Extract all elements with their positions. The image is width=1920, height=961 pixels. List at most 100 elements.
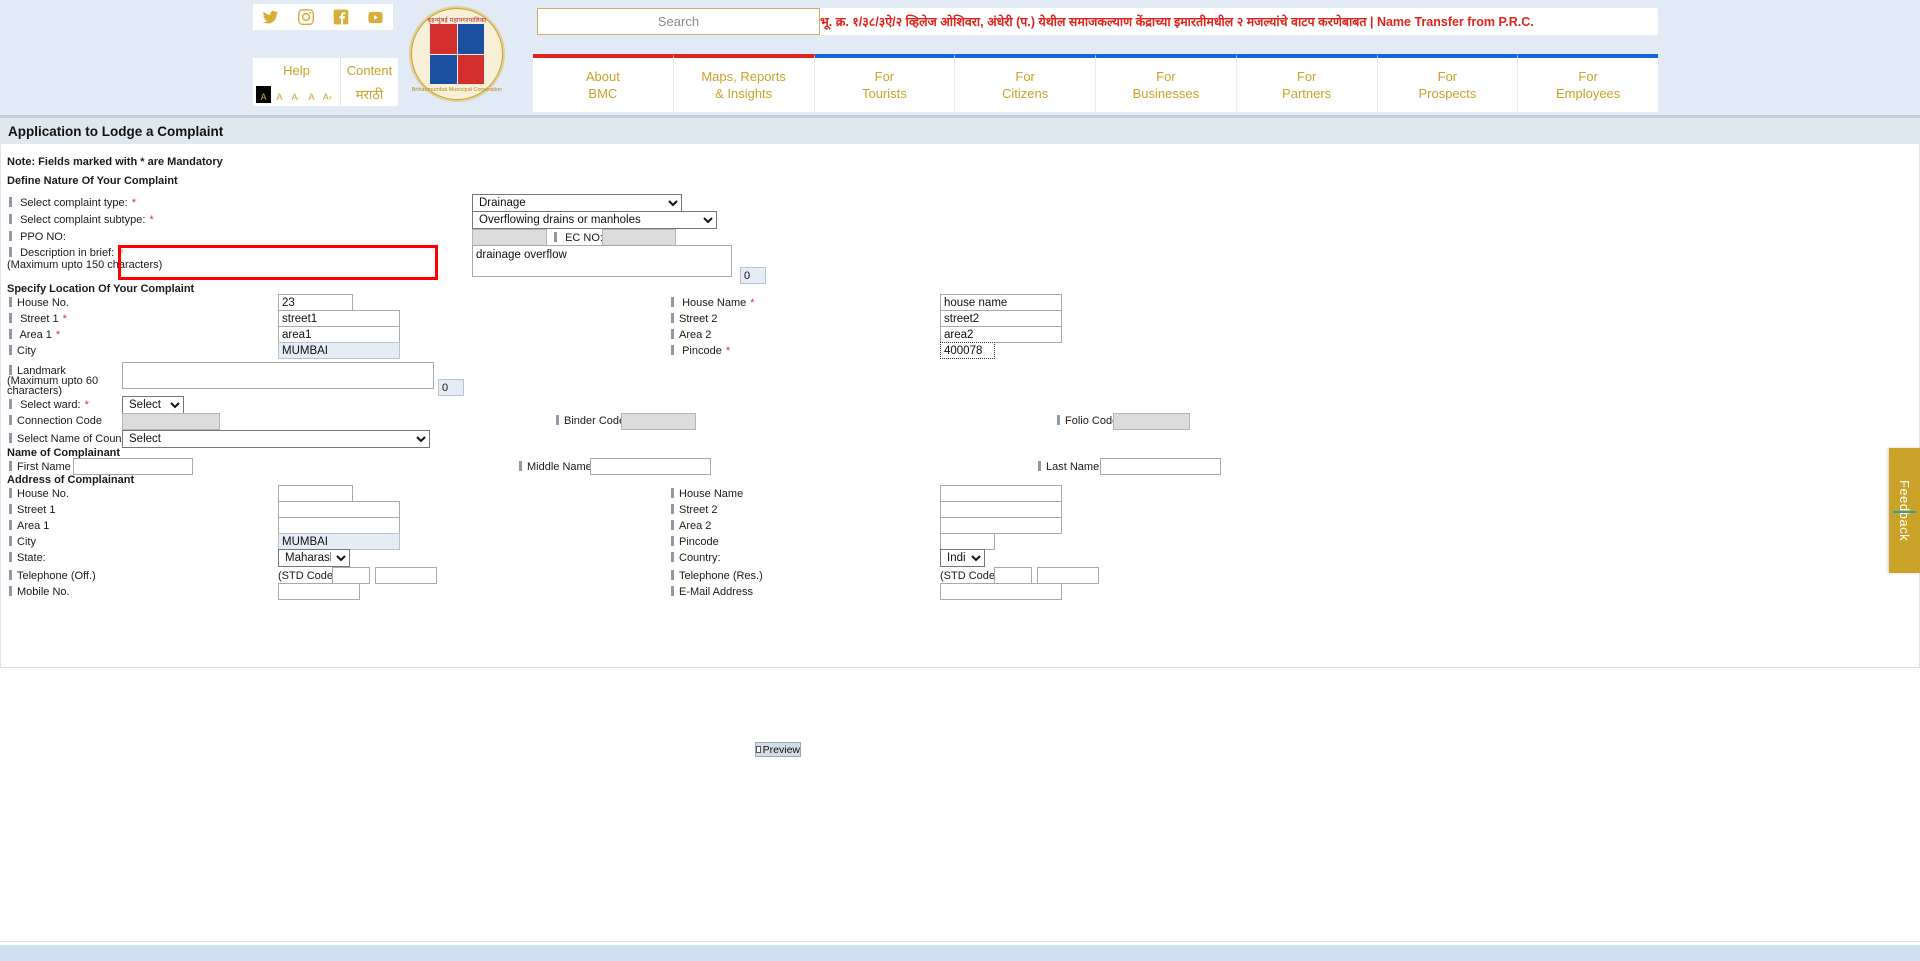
loc-pincode-input[interactable] — [940, 342, 995, 359]
nav-item-for-partners[interactable]: For Partners — [1236, 54, 1378, 112]
preview-button-label: Preview — [762, 743, 800, 756]
label-tel-res-std: (STD Code) — [940, 570, 999, 582]
label-loc-area1: Area 1 * — [9, 329, 60, 341]
news-ticker[interactable]: भू. क्र. १/३८/३ऐ/२ व्हिलेज ओशिवरा, अंधेर… — [820, 8, 1658, 35]
first-name-input[interactable] — [73, 458, 193, 475]
middle-name-input[interactable] — [590, 458, 711, 475]
loc-house-no-input[interactable] — [278, 294, 353, 311]
nav-label-line1: About — [585, 69, 620, 84]
addr-area2-input[interactable] — [940, 517, 1062, 534]
label-addr-pincode: Pincode — [671, 536, 719, 548]
nav-label-line2: BMC — [588, 86, 618, 101]
ward-select[interactable]: Select — [122, 396, 184, 414]
last-name-input[interactable] — [1100, 458, 1221, 475]
site-header: Help Content A A A- A A + मराठी बृहन्मुंब… — [0, 0, 1920, 118]
loc-area2-input[interactable] — [940, 326, 1062, 343]
font-size-increase[interactable]: A + — [320, 86, 335, 103]
complaint-type-select[interactable]: Drainage — [472, 194, 682, 212]
addr-pincode-input[interactable] — [940, 533, 995, 550]
council-select[interactable]: Select — [122, 430, 430, 448]
addr-area1-input[interactable] — [278, 517, 400, 534]
font-size-option-2[interactable]: A — [272, 86, 287, 103]
addr-house-name-input[interactable] — [940, 485, 1062, 502]
label-ppo-no: PPO NO: — [9, 231, 66, 243]
nav-item-for-prospects[interactable]: For Prospects — [1377, 54, 1519, 112]
feedback-tab[interactable]: Feedback — [1889, 448, 1920, 573]
facebook-icon[interactable] — [331, 7, 351, 27]
nav-item-for-citizens[interactable]: For Citizens — [955, 54, 1096, 112]
help-link[interactable]: Help — [253, 58, 341, 82]
addr-street1-input[interactable] — [278, 501, 400, 518]
country-select[interactable]: India — [940, 549, 985, 567]
section-specify-location: Specify Location Of Your Complaint — [7, 283, 195, 295]
ec-no-input[interactable] — [602, 229, 676, 246]
instagram-icon[interactable] — [296, 7, 316, 27]
nav-item-about-bmc[interactable]: About BMC — [533, 54, 674, 112]
label-addr-house-name: House Name — [671, 488, 743, 500]
logo-top-text: बृहन्मुंबई महानगरपालिका — [427, 18, 487, 24]
landmark-char-counter: 0 — [438, 379, 464, 396]
description-textarea[interactable]: drainage overflow — [472, 245, 732, 277]
label-landmark-hint2: characters) — [7, 385, 63, 397]
label-addr-street2: Street 2 — [671, 504, 718, 516]
nav-label-line2: Partners — [1282, 86, 1332, 101]
tel-off-std-input[interactable] — [332, 567, 370, 584]
nav-label-line1: For — [874, 69, 895, 84]
label-middle-name: Middle Name — [519, 461, 592, 473]
nav-label-line1: For — [1437, 69, 1458, 84]
loc-city-input — [278, 342, 400, 359]
label-loc-city: City — [9, 345, 36, 357]
search-input[interactable]: Search — [537, 8, 820, 35]
email-input[interactable] — [940, 583, 1062, 600]
addr-house-no-input[interactable] — [278, 485, 353, 502]
label-select-ward: Select ward: * — [9, 399, 89, 411]
nav-label-line1: For — [1578, 69, 1598, 84]
label-addr-area2: Area 2 — [671, 520, 711, 532]
nav-label-line1: For — [1296, 69, 1317, 84]
label-complaint-subtype: Select complaint subtype: * — [9, 214, 154, 226]
content-link[interactable]: Content — [341, 58, 398, 82]
label-mobile-no: Mobile No. — [9, 586, 70, 598]
label-addr-state: State: — [9, 552, 46, 564]
label-loc-house-no: House No. — [9, 297, 69, 309]
tel-res-number-input[interactable] — [1037, 567, 1099, 584]
label-first-name: First Name — [9, 461, 71, 473]
loc-street1-input[interactable] — [278, 310, 400, 327]
preview-button[interactable]: Preview — [755, 742, 801, 757]
description-char-counter: 0 — [740, 267, 766, 284]
font-size-decrease[interactable]: A- — [288, 86, 303, 103]
twitter-icon[interactable] — [261, 7, 281, 27]
label-description-hint: (Maximum upto 150 characters) — [7, 259, 163, 271]
nav-item-for-employees[interactable]: For Employees — [1518, 54, 1658, 112]
bmc-logo[interactable]: बृहन्मुंबई महानगरपालिका Brihanmumbai Mun… — [409, 6, 505, 102]
state-select[interactable]: Maharashtra — [278, 549, 350, 567]
label-loc-street2: Street 2 — [671, 313, 718, 325]
label-connection-code: Connection Code — [9, 415, 102, 427]
mobile-no-input[interactable] — [278, 583, 360, 600]
help-content-bar: Help Content A A A- A A + मराठी — [253, 58, 398, 106]
connection-code-input — [122, 413, 220, 430]
ppo-no-input[interactable] — [472, 229, 547, 246]
language-marathi-link[interactable]: मराठी — [341, 82, 398, 106]
label-telephone-off: Telephone (Off.) — [9, 570, 96, 582]
landmark-textarea[interactable] — [122, 362, 434, 389]
nav-label-line2: Employees — [1555, 86, 1621, 101]
font-size-option-4[interactable]: A — [304, 86, 319, 103]
addr-street2-input[interactable] — [940, 501, 1062, 518]
label-folio-code: Folio Code — [1057, 415, 1118, 427]
loc-area1-input[interactable] — [278, 326, 400, 343]
font-size-option-1[interactable]: A — [256, 85, 271, 103]
loc-street2-input[interactable] — [940, 310, 1062, 327]
nav-label-line2: Businesses — [1132, 86, 1200, 101]
nav-item-maps-reports-insights[interactable]: Maps, Reports & Insights — [673, 54, 815, 112]
loc-house-name-input[interactable] — [940, 294, 1062, 311]
section-define-nature: Define Nature Of Your Complaint — [7, 175, 178, 187]
label-addr-city: City — [9, 536, 36, 548]
nav-label-line2: & Insights — [715, 86, 773, 101]
youtube-icon[interactable] — [366, 7, 386, 27]
tel-off-number-input[interactable] — [375, 567, 437, 584]
nav-item-for-tourists[interactable]: For Tourists — [814, 54, 956, 112]
nav-item-for-businesses[interactable]: For Businesses — [1096, 54, 1237, 112]
complaint-subtype-select[interactable]: Overflowing drains or manholes — [472, 211, 717, 229]
tel-res-std-input[interactable] — [994, 567, 1032, 584]
